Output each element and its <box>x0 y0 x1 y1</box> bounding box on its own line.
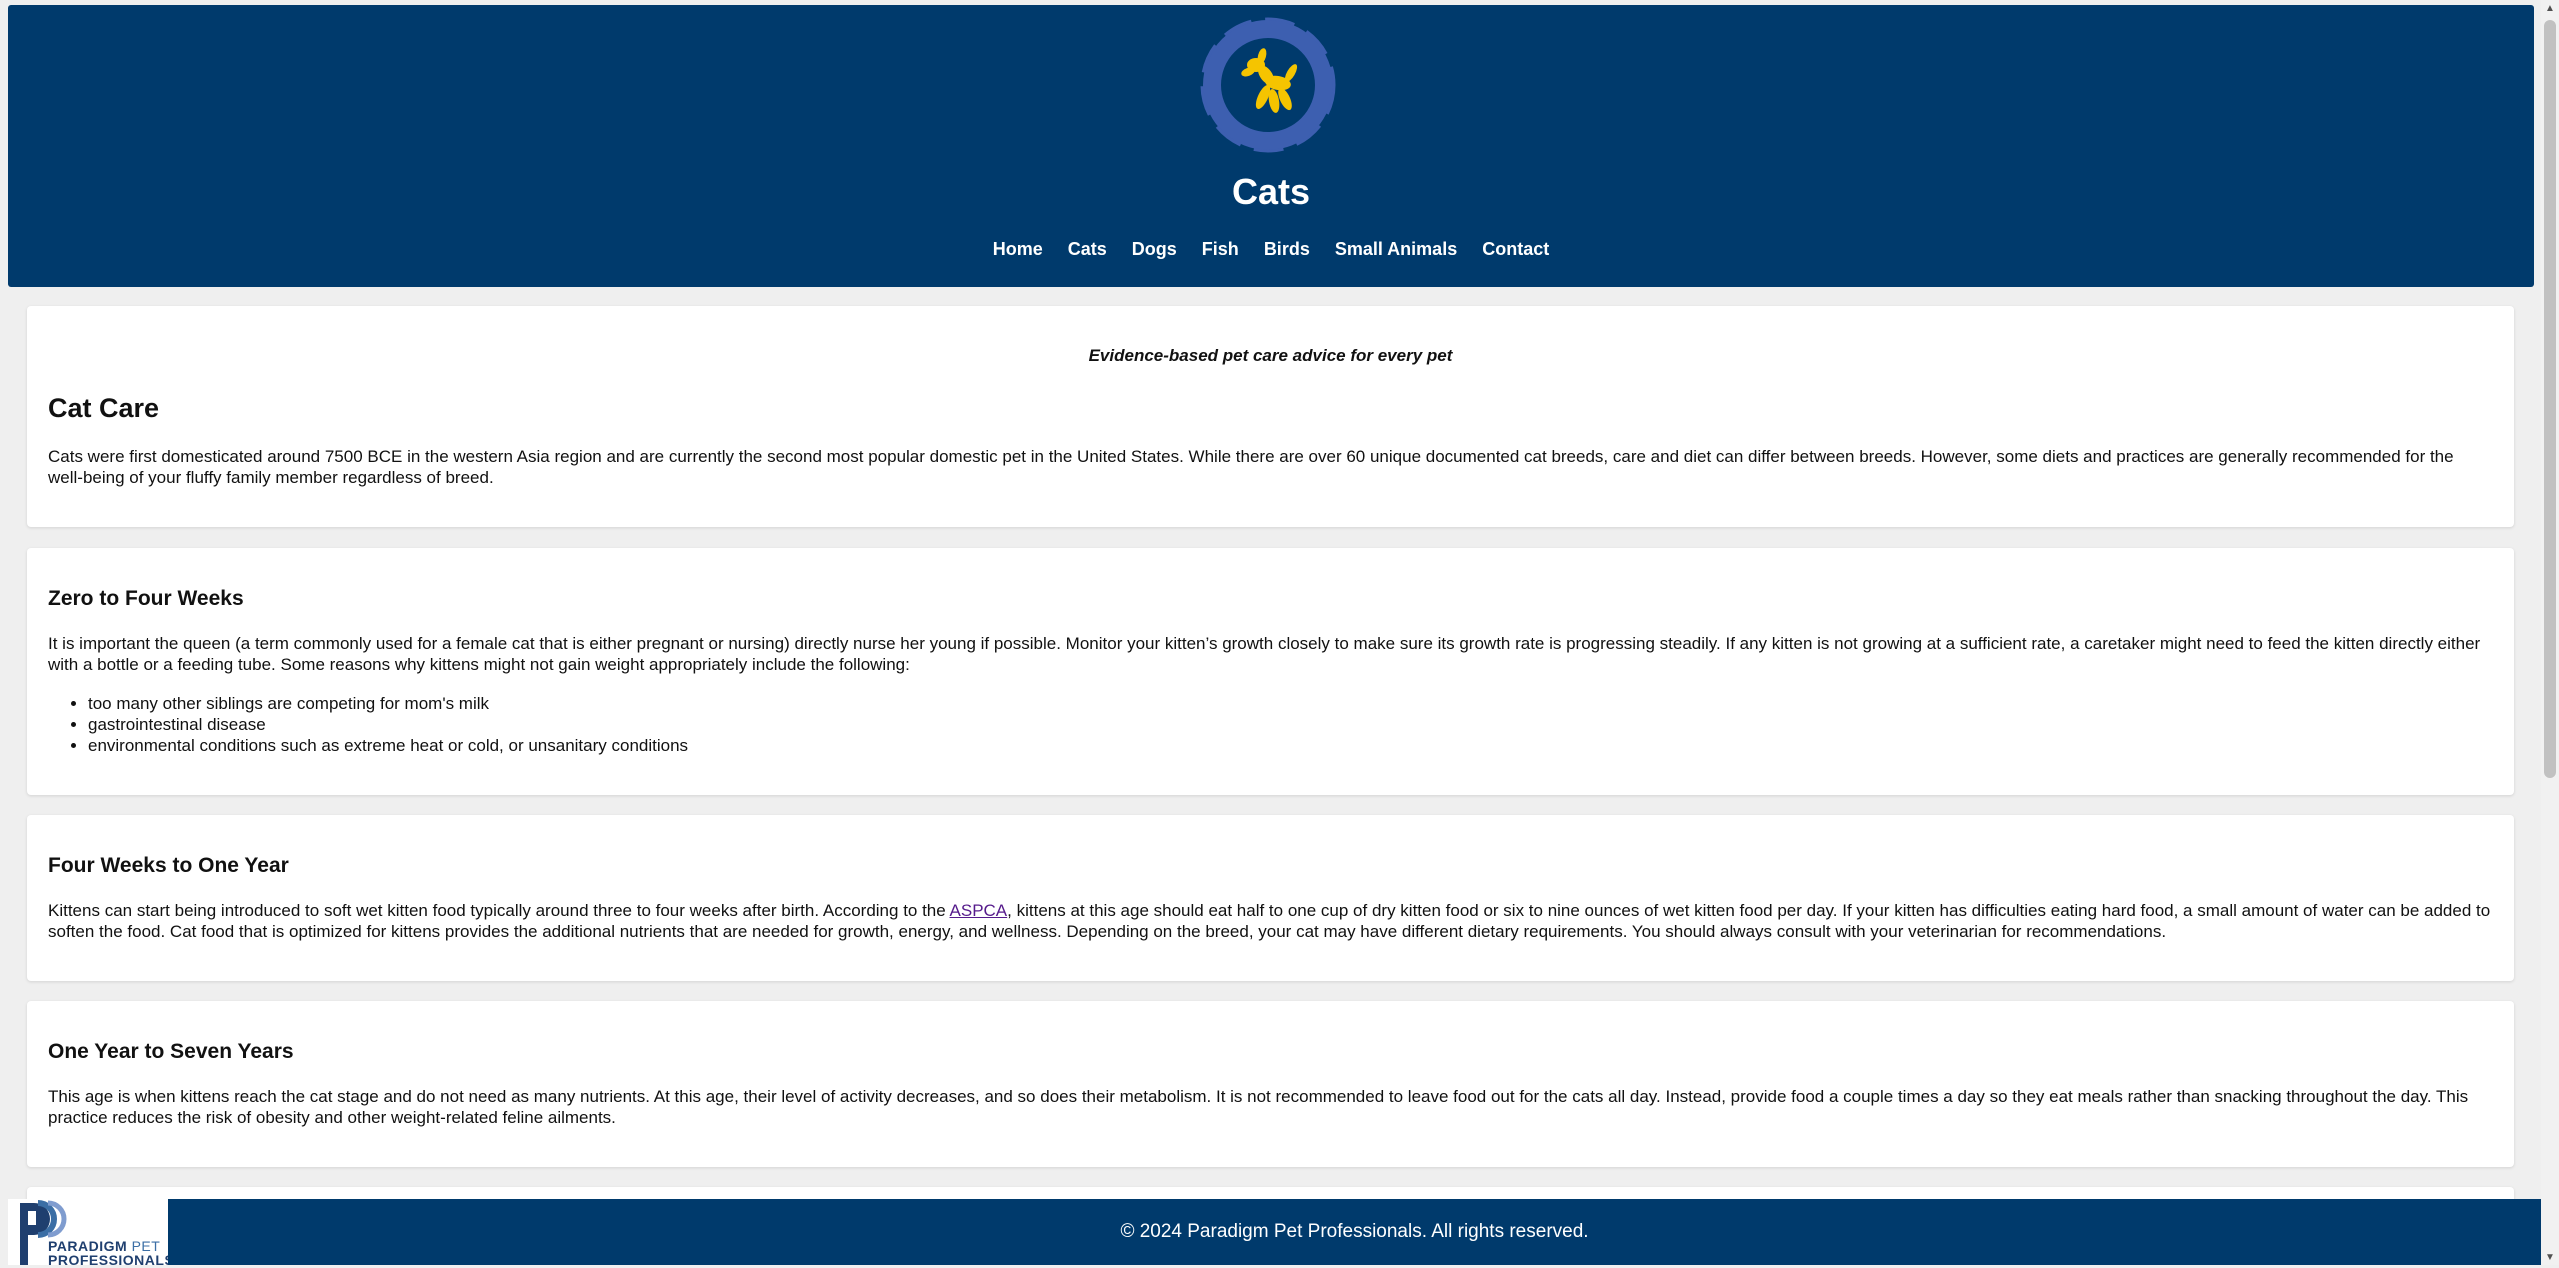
scrollbar-thumb[interactable] <box>2544 20 2556 778</box>
tagline: Evidence-based pet care advice for every… <box>1088 346 1453 365</box>
scroll-up-arrow-icon[interactable]: ▲ <box>2545 3 2555 14</box>
logo-brand-line1: PARADIGM PET <box>48 1238 161 1254</box>
aspca-link[interactable]: ASPCA <box>950 901 1008 920</box>
intro-text: Cats were first domesticated around 7500… <box>48 447 2454 487</box>
list-item: gastrointestinal disease <box>88 714 688 735</box>
main-nav: Home Cats Dogs Fish Birds Small Animals … <box>8 239 2534 260</box>
section-text-part: Kittens can start being introduced to so… <box>48 901 950 920</box>
balloon-dog-logo-icon <box>1198 15 1338 155</box>
nav-dogs[interactable]: Dogs <box>1132 239 1177 260</box>
section-four-weeks-to-one-year: Four Weeks to One Year Kittens can start… <box>27 815 2514 981</box>
nav-small-animals[interactable]: Small Animals <box>1335 239 1457 260</box>
site-header: Cats Home Cats Dogs Fish Birds Small Ani… <box>8 5 2534 287</box>
section-text: This age is when kittens reach the cat s… <box>48 1087 2469 1127</box>
nav-birds[interactable]: Birds <box>1264 239 1310 260</box>
nav-fish[interactable]: Fish <box>1202 239 1239 260</box>
nav-home[interactable]: Home <box>993 239 1043 260</box>
section-heading: Four Weeks to One Year <box>48 854 289 877</box>
section-text: Kittens can start being introduced to so… <box>48 900 2493 942</box>
copyright-text: © 2024 Paradigm Pet Professionals. All r… <box>1120 1221 1589 1242</box>
intro-card: Evidence-based pet care advice for every… <box>27 306 2514 527</box>
section-heading: One Year to Seven Years <box>48 1040 294 1063</box>
list-item: environmental conditions such as extreme… <box>88 735 688 756</box>
nav-cats[interactable]: Cats <box>1068 239 1107 260</box>
section-zero-to-four-weeks: Zero to Four Weeks It is important the q… <box>27 548 2514 795</box>
reasons-list: too many other siblings are competing fo… <box>48 693 688 756</box>
section-text: It is important the queen (a term common… <box>48 634 2481 674</box>
site-title: Cats <box>1231 171 1311 212</box>
section-heading: Zero to Four Weeks <box>48 587 244 610</box>
paradigm-logo-icon: PARADIGM PET PROFESSIONALS <box>8 1199 174 1267</box>
nav-contact[interactable]: Contact <box>1482 239 1549 260</box>
scroll-down-arrow-icon[interactable]: ▼ <box>2545 1252 2555 1263</box>
list-item: too many other siblings are competing fo… <box>88 693 688 714</box>
vertical-scrollbar[interactable]: ▲ ▼ <box>2541 0 2559 1265</box>
section-one-to-seven-years: One Year to Seven Years This age is when… <box>27 1001 2514 1167</box>
site-footer: © 2024 Paradigm Pet Professionals. All r… <box>168 1199 2541 1265</box>
page-heading: Cat Care <box>48 393 160 423</box>
